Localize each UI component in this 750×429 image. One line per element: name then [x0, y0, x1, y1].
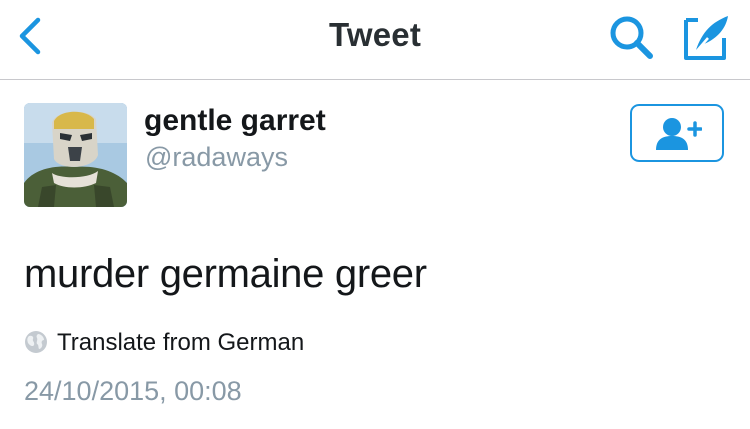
- compose-tweet-button[interactable]: [682, 12, 732, 62]
- author-display-name[interactable]: gentle garret: [144, 104, 326, 138]
- tweet-timestamp: 24/10/2015, 00:08: [24, 376, 242, 406]
- add-user-icon: [656, 118, 702, 150]
- tweet-text: murder germaine greer: [24, 252, 427, 296]
- avatar-image: [24, 103, 127, 207]
- author-handle[interactable]: @radaways: [145, 142, 288, 173]
- globe-icon: [25, 331, 47, 353]
- follow-button[interactable]: [630, 104, 724, 162]
- tweet-detail-screen: Tweet gentle garret @radaways murder ger…: [0, 0, 750, 429]
- compose-tweet-icon: [684, 16, 728, 60]
- avatar[interactable]: [24, 103, 127, 207]
- navigation-bar: Tweet: [0, 0, 750, 80]
- translate-label: Translate from German: [57, 329, 305, 356]
- search-icon: [610, 16, 653, 59]
- search-button[interactable]: [608, 14, 656, 62]
